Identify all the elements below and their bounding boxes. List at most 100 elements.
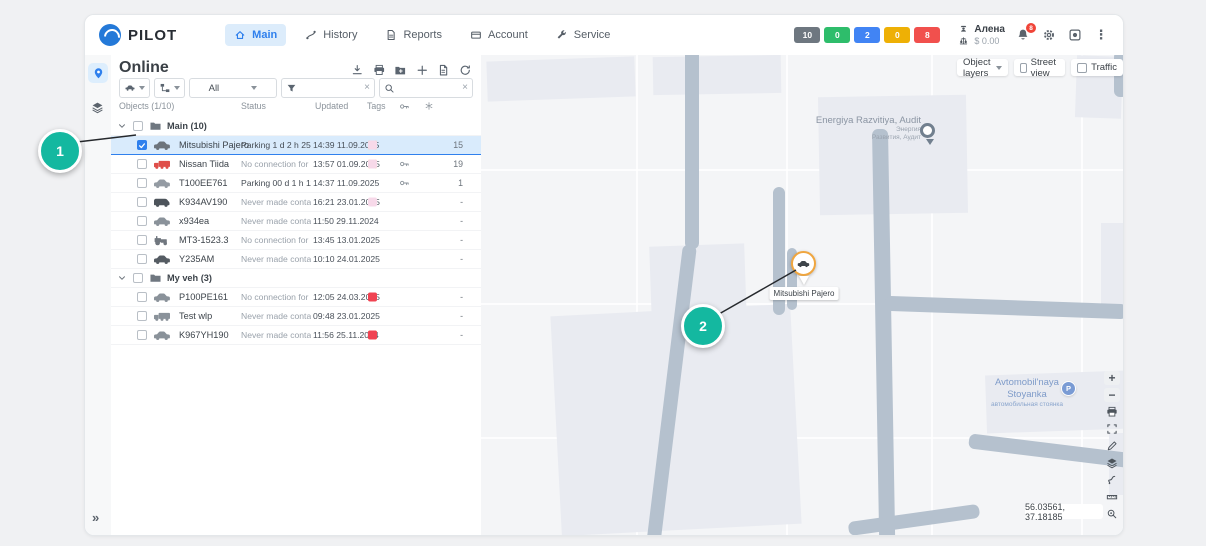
folder-add-icon [394,64,407,77]
measure-button[interactable] [1104,439,1120,453]
row-checkbox[interactable] [137,140,147,150]
folder-add-button[interactable] [394,64,407,77]
map-pin-tab[interactable] [88,63,108,83]
tab-account[interactable]: Account [461,24,537,46]
map-road [885,296,1123,319]
poi-marker-icon[interactable] [920,123,935,138]
object-count: - [431,197,463,207]
counter-badge[interactable]: 0 [884,27,910,43]
table-row[interactable]: T100EE761Parking 00 d 1 h 11 min14:37 11… [111,174,481,193]
locate-button[interactable] [1104,507,1120,521]
print-button[interactable] [1104,405,1120,419]
counter-badge[interactable]: 0 [824,27,850,43]
notification-bell-icon[interactable]: 8 [1015,27,1031,43]
row-checkbox[interactable] [137,159,147,169]
user-box[interactable]: Алена $ 0.00 [958,24,1005,47]
table-row[interactable]: K934AV190Never made contact16:21 23.01.2… [111,193,481,212]
search-input[interactable]: × [379,78,473,98]
collapse-panel-button[interactable]: » [92,510,99,525]
select-area-button[interactable] [1104,422,1120,436]
report-button[interactable] [437,64,450,77]
street-view-checkbox[interactable] [1020,63,1027,73]
print-button[interactable] [373,64,386,77]
more-menu-icon[interactable]: ⋮ [1093,27,1109,43]
parking-badge-icon[interactable]: P [1061,381,1076,396]
row-checkbox[interactable] [137,197,147,207]
object-status: Never made contact [241,254,311,264]
map-canvas[interactable]: Energiya Razvitiya, Audit ЭнергияРазвити… [481,55,1123,535]
map-tool-column: +− [1102,371,1122,521]
service-icon [556,29,568,41]
group-row[interactable]: Main (10) [111,117,481,136]
zoom-in-button[interactable]: + [1104,371,1120,385]
counter-badge[interactable]: 8 [914,27,940,43]
check-icon [138,141,146,149]
tab-history[interactable]: History [296,24,366,46]
traffic-checkbox[interactable] [1077,63,1087,73]
table-row[interactable]: MT3-1523.3No connection for 9 mon13:45 1… [111,231,481,250]
tab-main[interactable]: Main [225,24,286,46]
counter-badge[interactable]: 10 [794,27,820,43]
layers-button[interactable] [1104,456,1120,470]
table-row[interactable]: Y235AMNever made contact10:10 24.01.2025… [111,250,481,269]
object-count: - [431,235,463,245]
group-expand-icon[interactable] [117,273,127,283]
street-view-toggle[interactable]: Street view [1014,59,1065,76]
download-button[interactable] [351,64,364,77]
traffic-toggle[interactable]: Traffic [1071,59,1123,76]
clear-icon[interactable]: × [462,83,468,93]
object-layers-dropdown[interactable]: Object layers [957,59,1008,76]
vehicle-filter-dropdown[interactable] [119,78,150,98]
object-count: - [431,254,463,264]
vehicle-marker-icon[interactable] [791,251,816,276]
table-row[interactable]: x934eaNever made contact11:50 29.11.2024… [111,212,481,231]
tab-reports[interactable]: Reports [376,24,451,46]
route-button[interactable] [1104,473,1120,487]
objects-panel: Online All × × Objects (1/10) Status Upd… [111,55,482,535]
brand-name: PILOT [128,27,177,44]
row-checkbox[interactable] [137,216,147,226]
poi-subtitle: автомобильная стоянка [977,401,1077,409]
group-row[interactable]: My veh (3) [111,269,481,288]
add-button[interactable] [416,64,429,77]
object-name: T100EE761 [179,178,228,188]
layers-tab[interactable] [91,101,104,114]
counter-badge[interactable]: 2 [854,27,880,43]
group-checkbox[interactable] [133,273,143,283]
clear-icon[interactable]: × [364,83,370,93]
zoom-out-button[interactable]: − [1104,388,1120,402]
group-checkbox[interactable] [133,121,143,131]
row-checkbox[interactable] [137,178,147,188]
panel-title: Online [119,59,169,77]
settings-gear-icon[interactable] [1041,27,1057,43]
group-expand-icon[interactable] [117,121,127,131]
table-row[interactable]: Nissan TiidaNo connection for 11 day13:5… [111,155,481,174]
brand-logo[interactable]: PILOT [99,24,177,46]
table-row[interactable]: Mitsubishi PajeroParking 1 d 2 h 25 min1… [111,136,481,155]
refresh-button[interactable] [459,64,472,77]
service-gear-icon[interactable] [1067,27,1083,43]
tag-red [368,331,377,340]
table-row[interactable]: Test wlpNever made contact09:48 23.01.20… [111,307,481,326]
filter-input[interactable]: × [281,78,375,98]
map-building [653,55,782,95]
table-row[interactable]: K967YH190Never made contact11:56 25.11.2… [111,326,481,345]
row-checkbox[interactable] [137,330,147,340]
row-checkbox[interactable] [137,235,147,245]
table-row[interactable]: P100PE161No connection for 6 mon12:05 24… [111,288,481,307]
scale-button[interactable] [1104,490,1120,504]
group-tree-dropdown[interactable] [154,78,185,98]
row-checkbox[interactable] [137,311,147,321]
measure-icon [1106,440,1118,452]
search-icon [384,83,395,94]
locate-icon [1106,508,1118,520]
object-updated: 14:37 11.09.2025 [313,178,379,188]
tab-service[interactable]: Service [547,24,620,46]
map-top-controls: Object layers Street view Traffic [957,59,1123,76]
row-checkbox[interactable] [137,292,147,302]
object-count: - [431,292,463,302]
type-select[interactable]: All [189,78,277,98]
object-count: 15 [431,140,463,150]
callout-2: 2 [681,304,725,348]
row-checkbox[interactable] [137,254,147,264]
